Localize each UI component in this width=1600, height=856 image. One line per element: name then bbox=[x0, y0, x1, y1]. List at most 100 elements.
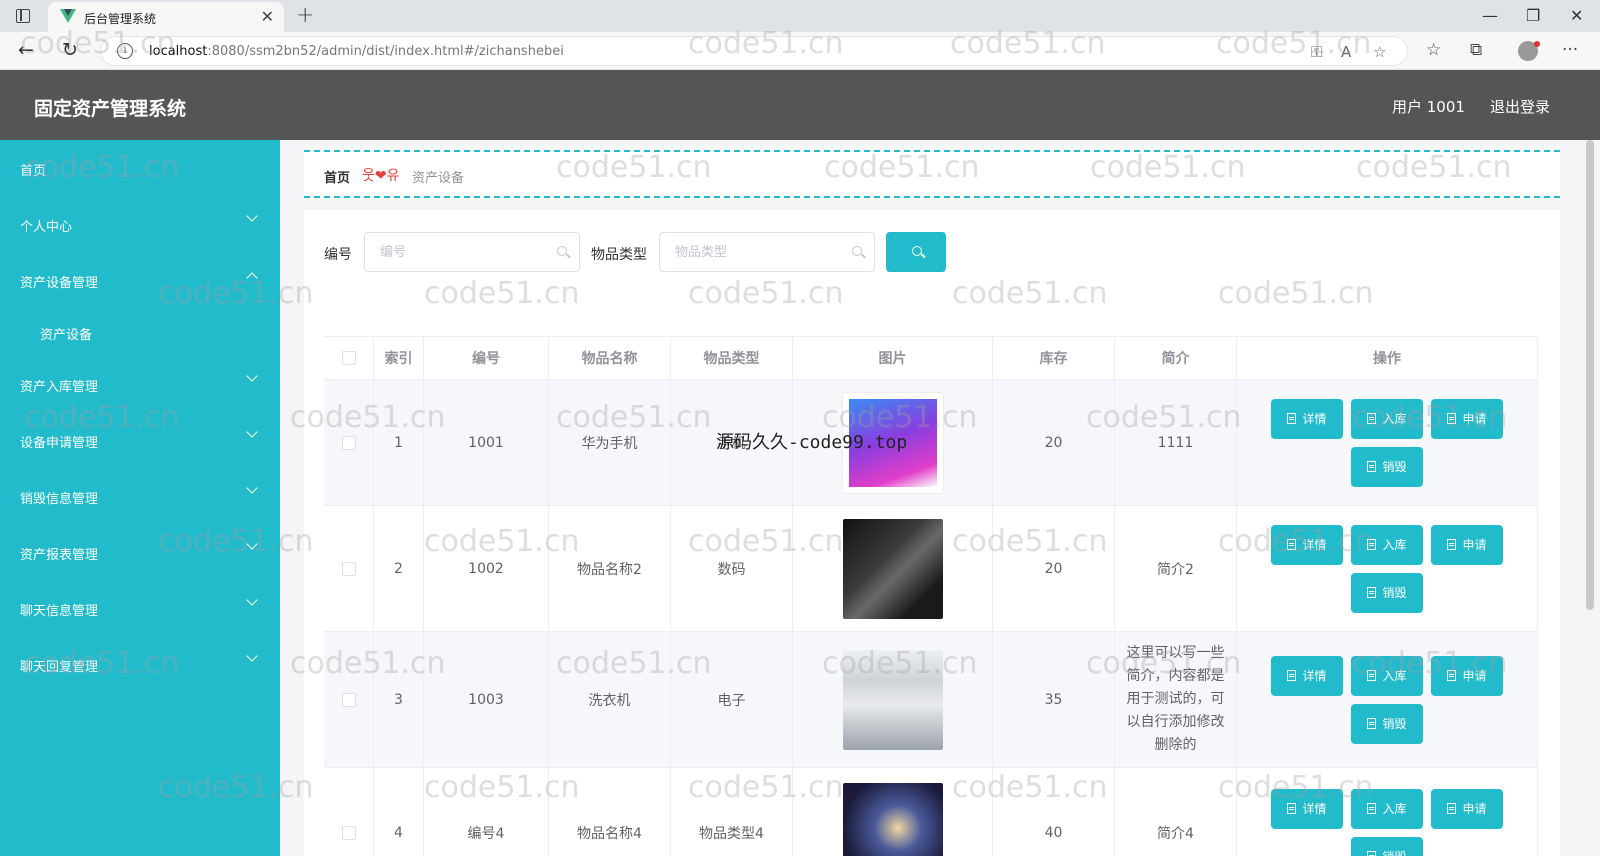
info-icon[interactable]: i bbox=[117, 43, 133, 59]
detail-button[interactable]: 详情 bbox=[1271, 788, 1343, 829]
product-image-washing-machine bbox=[842, 649, 943, 750]
document-icon bbox=[1367, 851, 1377, 856]
table-row: 1 1001 华为手机 手机 20 1111 详情 入库 申请 销毁 bbox=[324, 380, 1538, 506]
brief-cell: 简介4 bbox=[1115, 768, 1237, 856]
search-icon bbox=[852, 246, 862, 256]
chevron-down-icon bbox=[246, 538, 258, 550]
app-title: 固定资产管理系统 bbox=[34, 98, 187, 120]
destroy-button[interactable]: 销毁 bbox=[1351, 836, 1423, 856]
browser-tab[interactable]: 后台管理系统 ✕ bbox=[48, 2, 284, 32]
watermark-center: 源码久久-code99.top bbox=[716, 432, 908, 453]
apply-button[interactable]: 申请 bbox=[1431, 524, 1503, 565]
document-icon bbox=[1367, 413, 1377, 424]
sidebar-item-destroy-management[interactable]: 销毁信息管理 bbox=[0, 476, 280, 516]
sidebar-item-home[interactable]: 首页 bbox=[0, 148, 280, 188]
image-cell bbox=[793, 506, 993, 631]
type-label: 物品类型 bbox=[591, 247, 647, 263]
search-button[interactable] bbox=[886, 232, 946, 272]
sidebar-item-profile[interactable]: 个人中心 bbox=[0, 204, 280, 244]
destroy-label: 销毁 bbox=[1382, 848, 1406, 856]
row-checkbox[interactable] bbox=[341, 435, 356, 450]
code-search-field[interactable] bbox=[364, 232, 580, 272]
breadcrumb: 首页 웃❤유 资产设备 bbox=[304, 150, 1560, 198]
sidebar-item-chat-management[interactable]: 聊天信息管理 bbox=[0, 588, 280, 628]
select-all-checkbox[interactable] bbox=[341, 351, 356, 365]
actions-cell: 详情 入库 申请 销毁 bbox=[1237, 632, 1538, 767]
tab-actions-icon[interactable] bbox=[16, 9, 30, 23]
read-aloud-icon[interactable]: A bbox=[1341, 43, 1351, 61]
destroy-button[interactable]: 销毁 bbox=[1351, 446, 1423, 487]
sidebar-item-reply-management[interactable]: 聊天回复管理 bbox=[0, 644, 280, 684]
detail-button[interactable]: 详情 bbox=[1271, 524, 1343, 565]
favorites-icon[interactable]: ☆ bbox=[1426, 40, 1441, 60]
row-checkbox[interactable] bbox=[341, 561, 356, 576]
stockin-button[interactable]: 入库 bbox=[1351, 655, 1423, 696]
restore-icon[interactable]: ❐ bbox=[1526, 6, 1540, 25]
url-text: localhost:8080/ssm2bn52/admin/dist/index… bbox=[149, 44, 564, 59]
destroy-button[interactable]: 销毁 bbox=[1351, 703, 1423, 744]
apply-label: 申请 bbox=[1462, 412, 1487, 426]
apply-button[interactable]: 申请 bbox=[1431, 398, 1503, 439]
table-row: 3 1003 洗衣机 电子 35 这里可以写一些简介，内容都是用于测试的，可以自… bbox=[324, 632, 1538, 768]
stock-cell: 35 bbox=[993, 632, 1115, 767]
minimize-icon[interactable]: — bbox=[1482, 6, 1498, 25]
logout-link[interactable]: 退出登录 bbox=[1490, 96, 1550, 117]
stockin-button[interactable]: 入库 bbox=[1351, 788, 1423, 829]
code-search-input[interactable] bbox=[365, 233, 579, 271]
apply-button[interactable]: 申请 bbox=[1431, 655, 1503, 696]
index-cell: 2 bbox=[374, 506, 424, 631]
destroy-button[interactable]: 销毁 bbox=[1351, 572, 1423, 613]
detail-button[interactable]: 详情 bbox=[1271, 398, 1343, 439]
sidebar-item-asset-management[interactable]: 资产设备管理 bbox=[0, 260, 280, 300]
url-field[interactable]: i localhost:8080/ssm2bn52/admin/dist/ind… bbox=[100, 36, 1408, 66]
type-cell: 数码 bbox=[671, 506, 793, 631]
sidebar-item-apply-management[interactable]: 设备申请管理 bbox=[0, 420, 280, 460]
document-icon bbox=[1367, 539, 1377, 550]
row-select-cell bbox=[324, 768, 374, 856]
stockin-button[interactable]: 入库 bbox=[1351, 398, 1423, 439]
detail-label: 详情 bbox=[1302, 802, 1327, 816]
back-icon[interactable]: ← bbox=[18, 39, 34, 61]
new-tab-icon[interactable]: + bbox=[296, 3, 314, 28]
chevron-down-icon bbox=[246, 210, 258, 222]
stockin-button[interactable]: 入库 bbox=[1351, 524, 1423, 565]
apply-button[interactable]: 申请 bbox=[1431, 788, 1503, 829]
document-icon bbox=[1367, 803, 1377, 814]
breadcrumb-home[interactable]: 首页 bbox=[324, 167, 350, 186]
name-cell: 洗衣机 bbox=[549, 632, 671, 767]
close-tab-icon[interactable]: ✕ bbox=[261, 7, 274, 26]
page-scrollbar[interactable] bbox=[1586, 140, 1594, 610]
code-cell: 1003 bbox=[424, 632, 549, 767]
more-icon[interactable]: ··· bbox=[1562, 40, 1578, 60]
name-cell: 华为手机 bbox=[549, 380, 671, 505]
notification-dot-icon bbox=[1534, 41, 1540, 47]
address-bar: ← ↻ i localhost:8080/ssm2bn52/admin/dist… bbox=[0, 32, 1600, 70]
type-search-field[interactable] bbox=[659, 232, 875, 272]
type-search-input[interactable] bbox=[660, 233, 874, 271]
sidebar-item-assets[interactable]: 资产设备 bbox=[0, 312, 280, 352]
document-icon bbox=[1447, 670, 1457, 681]
stock-cell: 40 bbox=[993, 768, 1115, 856]
type-cell: 电子 bbox=[671, 632, 793, 767]
row-checkbox[interactable] bbox=[341, 825, 356, 840]
close-window-icon[interactable]: ✕ bbox=[1570, 6, 1583, 25]
row-select-cell bbox=[324, 632, 374, 767]
document-icon bbox=[1287, 539, 1297, 550]
sidebar-item-stockin-management[interactable]: 资产入库管理 bbox=[0, 364, 280, 404]
sidebar-item-report-management[interactable]: 资产报表管理 bbox=[0, 532, 280, 572]
key-icon[interactable]: ⚿ bbox=[1311, 43, 1322, 61]
chevron-down-icon bbox=[246, 370, 258, 382]
refresh-icon[interactable]: ↻ bbox=[62, 39, 78, 61]
sidebar-item-label: 资产设备管理 bbox=[20, 276, 99, 291]
sidebar-item-label: 设备申请管理 bbox=[20, 436, 99, 451]
sidebar-item-label: 聊天回复管理 bbox=[20, 660, 99, 675]
document-icon bbox=[1367, 461, 1377, 472]
detail-button[interactable]: 详情 bbox=[1271, 655, 1343, 696]
row-checkbox[interactable] bbox=[341, 692, 356, 707]
document-icon bbox=[1367, 718, 1377, 729]
stock-cell: 20 bbox=[993, 506, 1115, 631]
sidebar-item-label: 聊天信息管理 bbox=[20, 604, 99, 619]
collections-icon[interactable]: ⧉ bbox=[1470, 40, 1482, 60]
row-select-cell bbox=[324, 506, 374, 631]
favorite-star-icon[interactable]: ☆ bbox=[1373, 43, 1386, 61]
